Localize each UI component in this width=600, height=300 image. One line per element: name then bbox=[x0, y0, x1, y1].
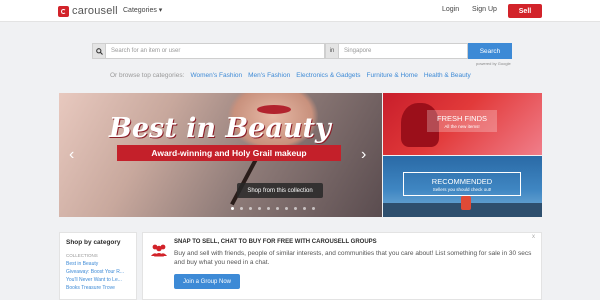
carousel-dot[interactable] bbox=[303, 207, 306, 210]
shop-collection-button[interactable]: Shop from this collection bbox=[237, 183, 323, 198]
sidebar-link-best-in-beauty[interactable]: Best in Beauty bbox=[66, 261, 134, 267]
sidebar-link-never-want[interactable]: You'll Never Want to Le... bbox=[66, 277, 134, 283]
fresh-finds-label-box: FRESH FINDS All the new items! bbox=[427, 110, 497, 132]
signup-link[interactable]: Sign Up bbox=[472, 6, 497, 13]
carousel-dot[interactable] bbox=[258, 207, 261, 210]
search-icon bbox=[92, 43, 106, 59]
close-icon[interactable]: x bbox=[532, 234, 535, 240]
fresh-finds-banner[interactable]: FRESH FINDS All the new items! bbox=[383, 93, 542, 155]
groups-description: Buy and sell with friends, people of sim… bbox=[174, 250, 532, 266]
sidebar-title: Shop by category bbox=[66, 239, 121, 246]
hero-title: Best in Beauty bbox=[109, 113, 331, 144]
browse-categories: Or browse top categories: Women's Fashio… bbox=[110, 72, 471, 79]
hero-subtitle: Award-winning and Holy Grail makeup bbox=[151, 148, 307, 158]
carousel-dot[interactable] bbox=[294, 207, 297, 210]
categories-menu[interactable]: Categories ▾ bbox=[123, 6, 162, 14]
category-link-mens-fashion[interactable]: Men's Fashion bbox=[248, 72, 290, 79]
fresh-finds-title: FRESH FINDS bbox=[436, 113, 487, 123]
browse-prefix: Or browse top categories: bbox=[110, 72, 185, 79]
sidebar-link-giveaway[interactable]: Giveaway: Boost Your R... bbox=[66, 269, 134, 275]
category-link-womens-fashion[interactable]: Women's Fashion bbox=[190, 72, 242, 79]
carousel-dot[interactable] bbox=[276, 207, 279, 210]
carousel-dot[interactable] bbox=[285, 207, 288, 210]
search-bar: Search for an item or user in Singapore … bbox=[92, 43, 512, 59]
carousel-dot[interactable] bbox=[312, 207, 315, 210]
recommended-subtitle: Sellers you should check out! bbox=[432, 186, 492, 192]
fresh-finds-subtitle: All the new items! bbox=[444, 123, 480, 129]
recommended-figure-image bbox=[461, 196, 471, 210]
category-link-furniture[interactable]: Furniture & Home bbox=[367, 72, 418, 79]
location-input[interactable]: Singapore bbox=[339, 43, 468, 59]
groups-promo-card: SNAP TO SELL, CHAT TO BUY FOR FREE WITH … bbox=[142, 232, 542, 300]
carousel-dot[interactable] bbox=[231, 207, 234, 210]
carousell-logo-icon bbox=[58, 5, 69, 17]
in-label: in bbox=[325, 43, 339, 59]
category-link-electronics[interactable]: Electronics & Gadgets bbox=[296, 72, 360, 79]
powered-by-google: powered by Google bbox=[476, 61, 511, 66]
join-group-button[interactable]: Join a Group Now bbox=[174, 274, 240, 289]
login-link[interactable]: Login bbox=[442, 6, 459, 13]
top-header: carousell Categories ▾ Login Sign Up Sel… bbox=[0, 0, 600, 22]
sidebar-section-label: COLLECTIONS bbox=[66, 253, 98, 258]
recommended-banner[interactable]: RECOMMENDED Sellers you should check out… bbox=[383, 156, 542, 217]
carousel-dot[interactable] bbox=[240, 207, 243, 210]
carousel-next-icon[interactable]: › bbox=[361, 147, 366, 163]
groups-title: SNAP TO SELL, CHAT TO BUY FOR FREE WITH … bbox=[174, 239, 377, 245]
logo-text: carousell bbox=[72, 5, 118, 17]
sidebar-links: Best in Beauty Giveaway: Boost Your R...… bbox=[66, 261, 134, 291]
search-input[interactable]: Search for an item or user bbox=[106, 43, 325, 59]
group-people-icon bbox=[150, 243, 168, 257]
carousel-dots bbox=[231, 207, 315, 210]
category-link-health-beauty[interactable]: Health & Beauty bbox=[424, 72, 471, 79]
hero-carousel[interactable]: Best in Beauty Award-winning and Holy Gr… bbox=[59, 93, 382, 217]
carousell-logo[interactable]: carousell bbox=[58, 5, 118, 17]
carousel-dot[interactable] bbox=[249, 207, 252, 210]
sell-button[interactable]: Sell bbox=[508, 4, 542, 18]
search-button[interactable]: Search bbox=[468, 43, 512, 59]
category-sidebar: Shop by category COLLECTIONS Best in Bea… bbox=[59, 232, 137, 300]
carousel-dot[interactable] bbox=[267, 207, 270, 210]
recommended-label-box: RECOMMENDED Sellers you should check out… bbox=[403, 172, 521, 196]
recommended-title: RECOMMENDED bbox=[431, 176, 493, 186]
sidebar-link-books[interactable]: Books Treasure Trove bbox=[66, 285, 134, 291]
hero-subtitle-box: Award-winning and Holy Grail makeup bbox=[117, 145, 341, 161]
carousel-prev-icon[interactable]: ‹ bbox=[69, 147, 74, 163]
